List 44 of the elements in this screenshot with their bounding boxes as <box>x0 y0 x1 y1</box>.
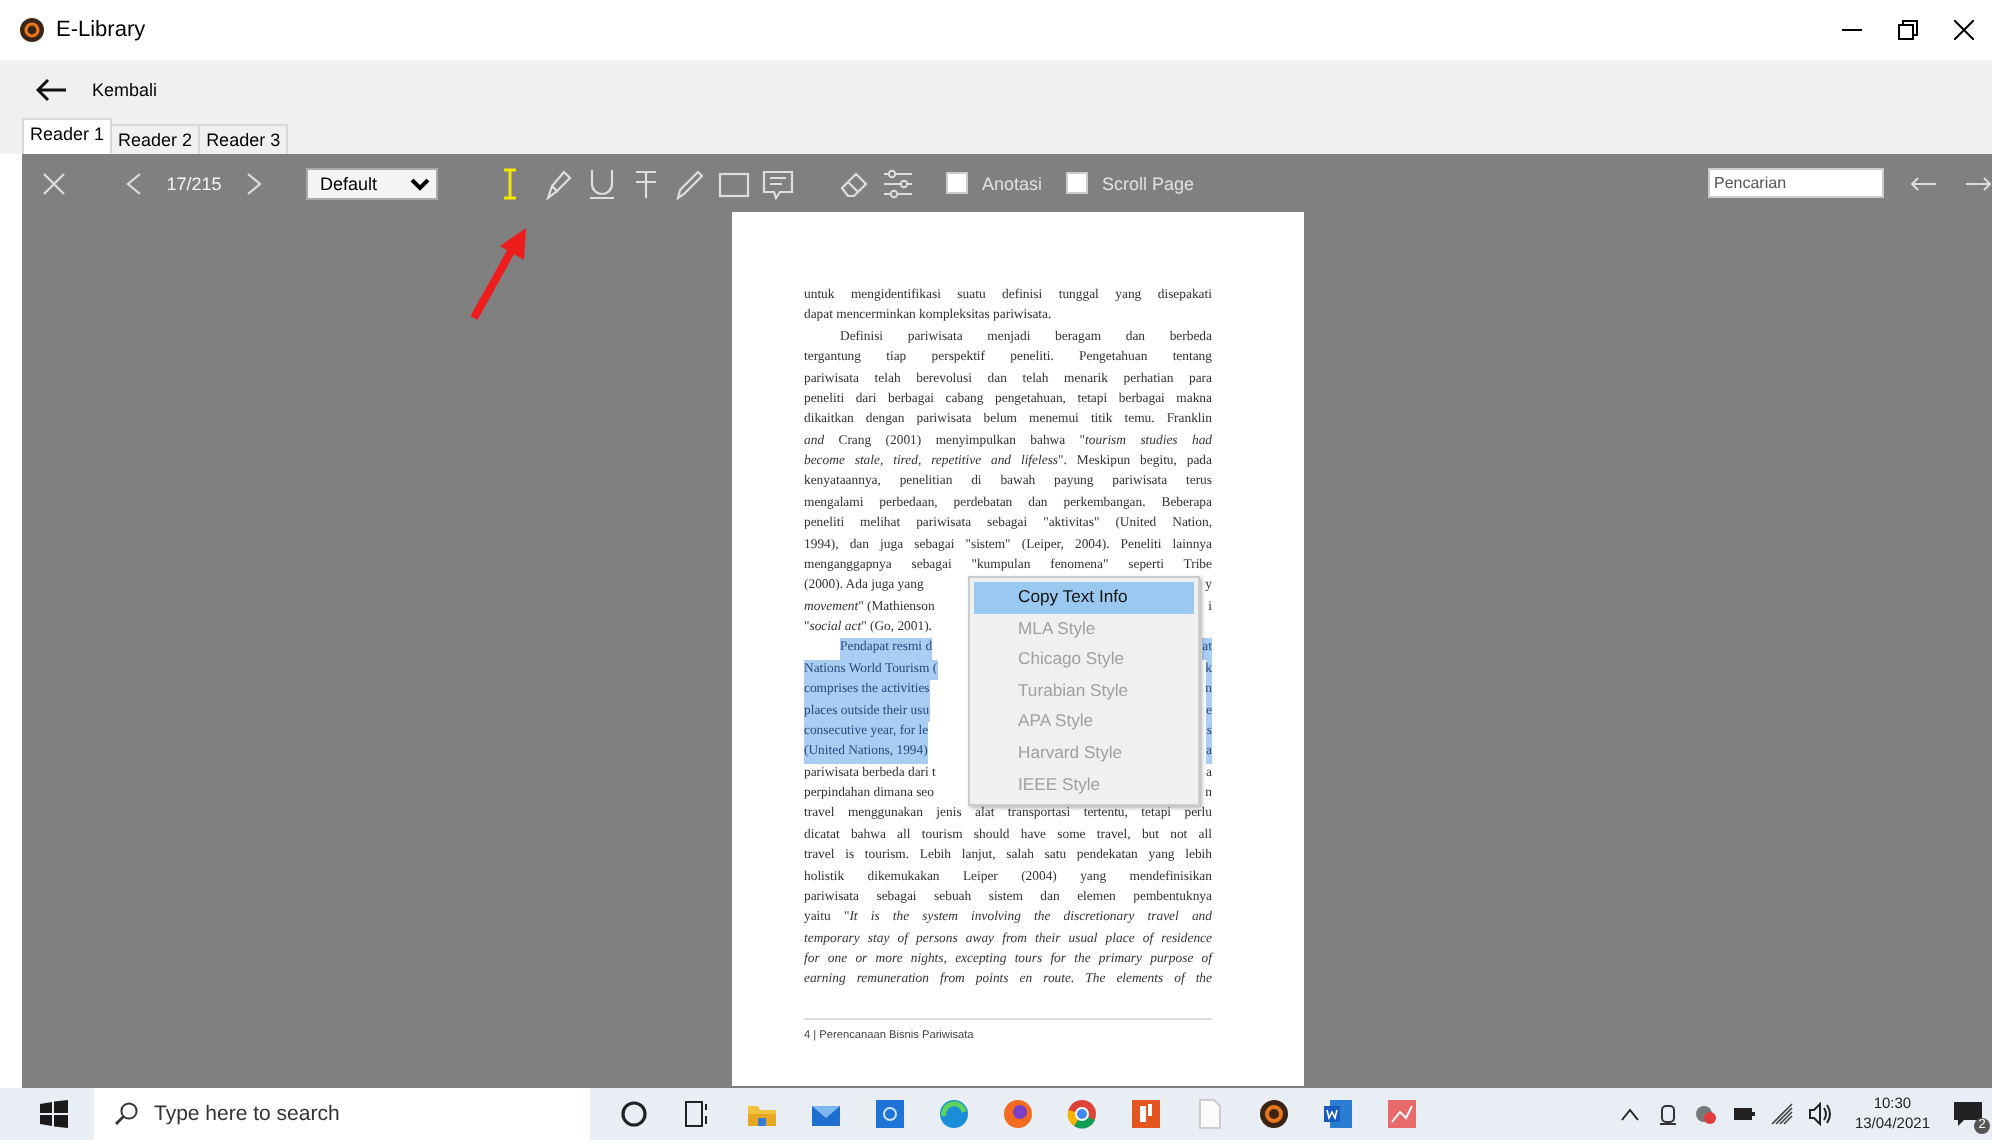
battery-icon[interactable] <box>1732 1102 1757 1126</box>
back-arrow-icon[interactable] <box>36 78 68 102</box>
notification-icon[interactable] <box>1952 1098 1984 1130</box>
taskbar-search-field[interactable]: Type here to search <box>94 1088 590 1140</box>
square-icon[interactable] <box>1130 1098 1162 1130</box>
speaker-icon[interactable] <box>1808 1102 1833 1126</box>
checkbox[interactable] <box>946 172 968 194</box>
search-field[interactable]: Pencarian <box>1708 168 1884 198</box>
zoom-select[interactable]: Default <box>306 167 438 199</box>
next-result-icon[interactable] <box>1964 175 1992 191</box>
previous-result-icon[interactable] <box>1910 175 1938 191</box>
close-icon[interactable] <box>1954 20 1974 40</box>
cloud-error-icon[interactable] <box>1694 1102 1719 1126</box>
annotation-arrow <box>466 226 530 322</box>
eraser-icon[interactable] <box>838 167 870 199</box>
round-browser-icon[interactable] <box>1066 1098 1098 1130</box>
checkbox-label: Scroll Page <box>1102 173 1195 193</box>
rectangle-icon[interactable] <box>718 167 750 199</box>
app-logo-icon <box>20 18 44 42</box>
next-page-icon[interactable] <box>246 171 262 195</box>
menu-item[interactable]: Copy Text Info <box>974 582 1194 614</box>
sliders-icon[interactable] <box>882 167 914 199</box>
page-indicator: 17/215 <box>164 173 224 193</box>
underline-icon[interactable] <box>586 167 618 199</box>
strikethrough-icon[interactable] <box>630 167 662 199</box>
start-icon[interactable] <box>40 1100 68 1128</box>
chart-app-icon[interactable] <box>1386 1098 1418 1130</box>
restore-icon[interactable] <box>1898 20 1918 40</box>
cortana-circle-icon[interactable] <box>618 1098 650 1130</box>
reader-tab[interactable]: Reader 3 <box>198 124 289 154</box>
fox-globe-icon[interactable] <box>1002 1098 1034 1130</box>
browser-swirl-icon[interactable] <box>938 1098 970 1130</box>
pencil-icon[interactable] <box>674 167 706 199</box>
comment-icon[interactable] <box>762 167 794 199</box>
reader-tab[interactable]: Reader 1 <box>22 118 113 154</box>
word-app-icon[interactable] <box>1322 1098 1354 1130</box>
highlighter-icon[interactable] <box>542 167 574 199</box>
previous-page-icon[interactable] <box>126 171 142 195</box>
checkbox[interactable] <box>1066 172 1089 194</box>
square-app-icon[interactable] <box>874 1098 906 1130</box>
app-logo-icon[interactable] <box>1258 1098 1290 1130</box>
back-link[interactable]: Kembali <box>92 80 158 100</box>
window-title: E-Library <box>56 18 146 42</box>
checkbox-label: Anotasi <box>982 173 1043 193</box>
